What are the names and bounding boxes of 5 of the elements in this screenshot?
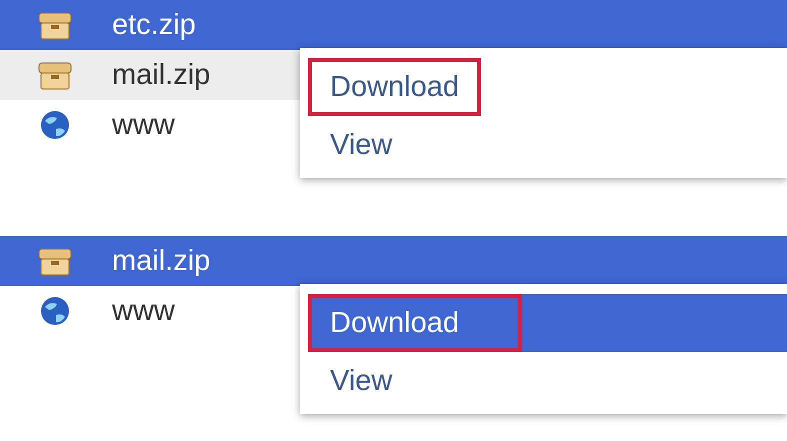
- file-name: mail.zip: [112, 244, 210, 278]
- file-name: www: [112, 108, 175, 142]
- file-name: mail.zip: [112, 58, 210, 92]
- file-name: www: [112, 294, 175, 328]
- file-name: etc.zip: [112, 8, 196, 42]
